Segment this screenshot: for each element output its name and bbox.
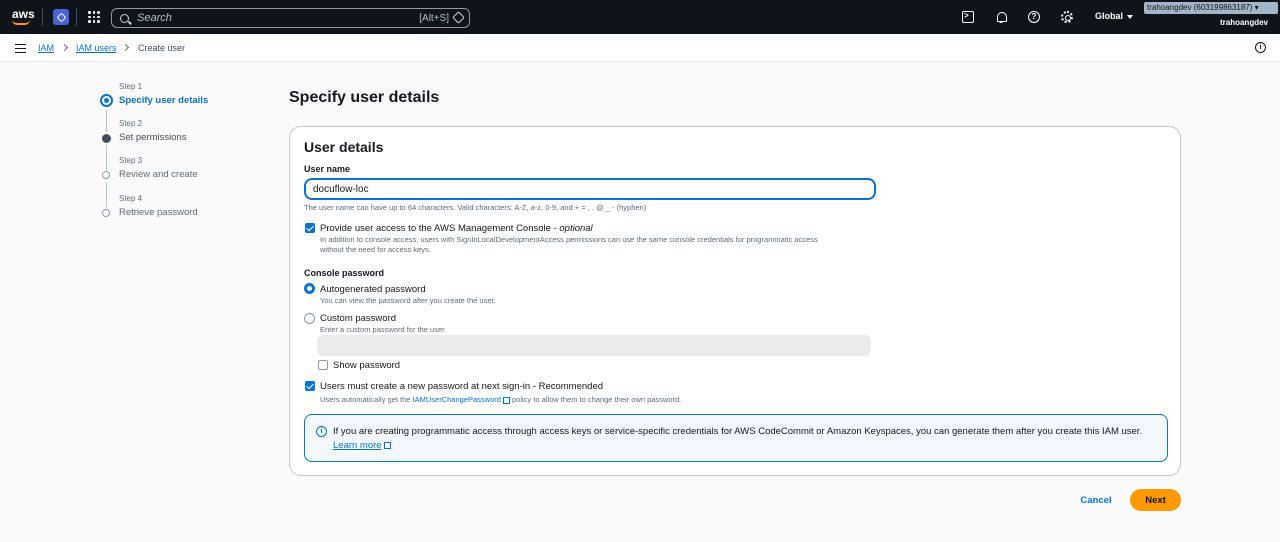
console-access-checkbox[interactable] — [305, 223, 315, 233]
top-navigation-bar: aws [Alt+S] ? Global trahoangdev (603199… — [0, 0, 1280, 34]
user-details-panel: User details User name The user name can… — [289, 126, 1181, 476]
step-number: Step 2 — [119, 119, 143, 128]
autogenerated-password-radio[interactable] — [304, 283, 315, 294]
breadcrumb-bar: IAM IAM users Create user i — [0, 34, 1280, 62]
step-label: Review and create — [119, 169, 198, 180]
search-icon — [120, 13, 129, 23]
region-label: Global — [1095, 11, 1124, 21]
custom-password-label[interactable]: Custom password — [320, 313, 396, 324]
page-title: Specify user details — [289, 89, 440, 106]
info-alert-text: If you are creating programmatic access … — [333, 426, 1143, 437]
services-cube-icon[interactable] — [53, 9, 69, 25]
external-link-icon — [502, 396, 510, 404]
menu-hamburger-icon[interactable] — [15, 44, 26, 53]
aws-logo[interactable]: aws — [12, 7, 35, 25]
reset-password-checkbox[interactable] — [305, 381, 315, 391]
aws-logo-text: aws — [12, 7, 35, 21]
step-number: Step 1 — [119, 82, 143, 91]
step-connector — [106, 145, 107, 170]
step-label: Retrieve password — [119, 207, 198, 218]
username-input[interactable] — [304, 178, 876, 200]
apps-grid-icon[interactable] — [88, 11, 100, 23]
info-alert: i If you are creating programmatic acces… — [304, 414, 1168, 462]
username-hint: The user name can have up to 64 characte… — [304, 203, 647, 212]
info-panel-icon[interactable]: i — [1255, 42, 1266, 53]
search-shortcut: [Alt+S] — [419, 12, 449, 24]
custom-password-radio[interactable] — [304, 313, 315, 324]
panel-title: User details — [304, 139, 384, 155]
nav-divider — [76, 8, 77, 26]
breadcrumb-iam-users[interactable]: IAM users — [76, 43, 117, 53]
show-password-label[interactable]: Show password — [333, 360, 400, 371]
step-number: Step 4 — [119, 194, 143, 203]
step-label[interactable]: Set permissions — [119, 132, 187, 143]
step-number: Step 3 — [119, 156, 143, 165]
step-active-icon — [100, 94, 113, 107]
console-access-hint-2: without the need for access keys. — [320, 245, 431, 254]
chevron-right-icon — [121, 43, 130, 52]
username-label: User name — [304, 164, 351, 174]
chevron-right-icon — [60, 43, 69, 52]
reset-password-label[interactable]: Users must create a new password at next… — [320, 381, 603, 392]
step-pending-icon — [102, 171, 110, 179]
breadcrumb-iam[interactable]: IAM — [38, 43, 54, 53]
notifications-bell-icon[interactable] — [995, 11, 1007, 23]
step-label[interactable]: Specify user details — [119, 95, 208, 106]
breadcrumb-create-user: Create user — [138, 43, 186, 53]
external-link-icon — [383, 441, 391, 449]
account-menu[interactable]: trahoangdev (603199863187) ▾ — [1144, 2, 1278, 14]
region-selector[interactable]: Global — [1095, 11, 1134, 21]
next-button[interactable]: Next — [1130, 489, 1181, 511]
console-password-label: Console password — [304, 268, 385, 278]
show-password-checkbox[interactable] — [318, 360, 328, 370]
account-username[interactable]: trahoangdev — [1220, 18, 1268, 27]
autogenerated-password-hint: You can view the password after you crea… — [320, 296, 496, 305]
step-connector — [106, 183, 107, 207]
amazon-q-icon[interactable] — [452, 11, 465, 24]
info-icon: i — [316, 426, 327, 437]
search-bar[interactable]: [Alt+S] — [111, 8, 470, 28]
console-access-label[interactable]: Provide user access to the AWS Managemen… — [320, 223, 593, 234]
autogenerated-password-label[interactable]: Autogenerated password — [320, 284, 426, 295]
custom-password-input — [317, 335, 871, 356]
step-pending-icon — [102, 209, 110, 217]
cloudshell-icon[interactable] — [962, 11, 974, 23]
help-icon[interactable]: ? — [1028, 11, 1040, 23]
iam-user-change-password-link[interactable]: IAMUserChangePassword — [413, 395, 501, 404]
reset-password-hint: Users automatically get the IAMUserChang… — [320, 395, 682, 404]
search-input[interactable] — [137, 12, 407, 24]
caret-down-icon — [1127, 14, 1134, 19]
cancel-button[interactable]: Cancel — [1072, 489, 1120, 511]
custom-password-hint: Enter a custom password for the user. — [320, 325, 447, 334]
step-done-icon — [102, 134, 111, 143]
step-connector — [106, 110, 107, 132]
settings-gear-icon[interactable] — [1061, 11, 1073, 23]
nav-divider — [42, 8, 43, 26]
learn-more-link[interactable]: Learn more — [333, 440, 391, 451]
console-access-hint-1: In addition to console access, users wit… — [320, 235, 818, 244]
